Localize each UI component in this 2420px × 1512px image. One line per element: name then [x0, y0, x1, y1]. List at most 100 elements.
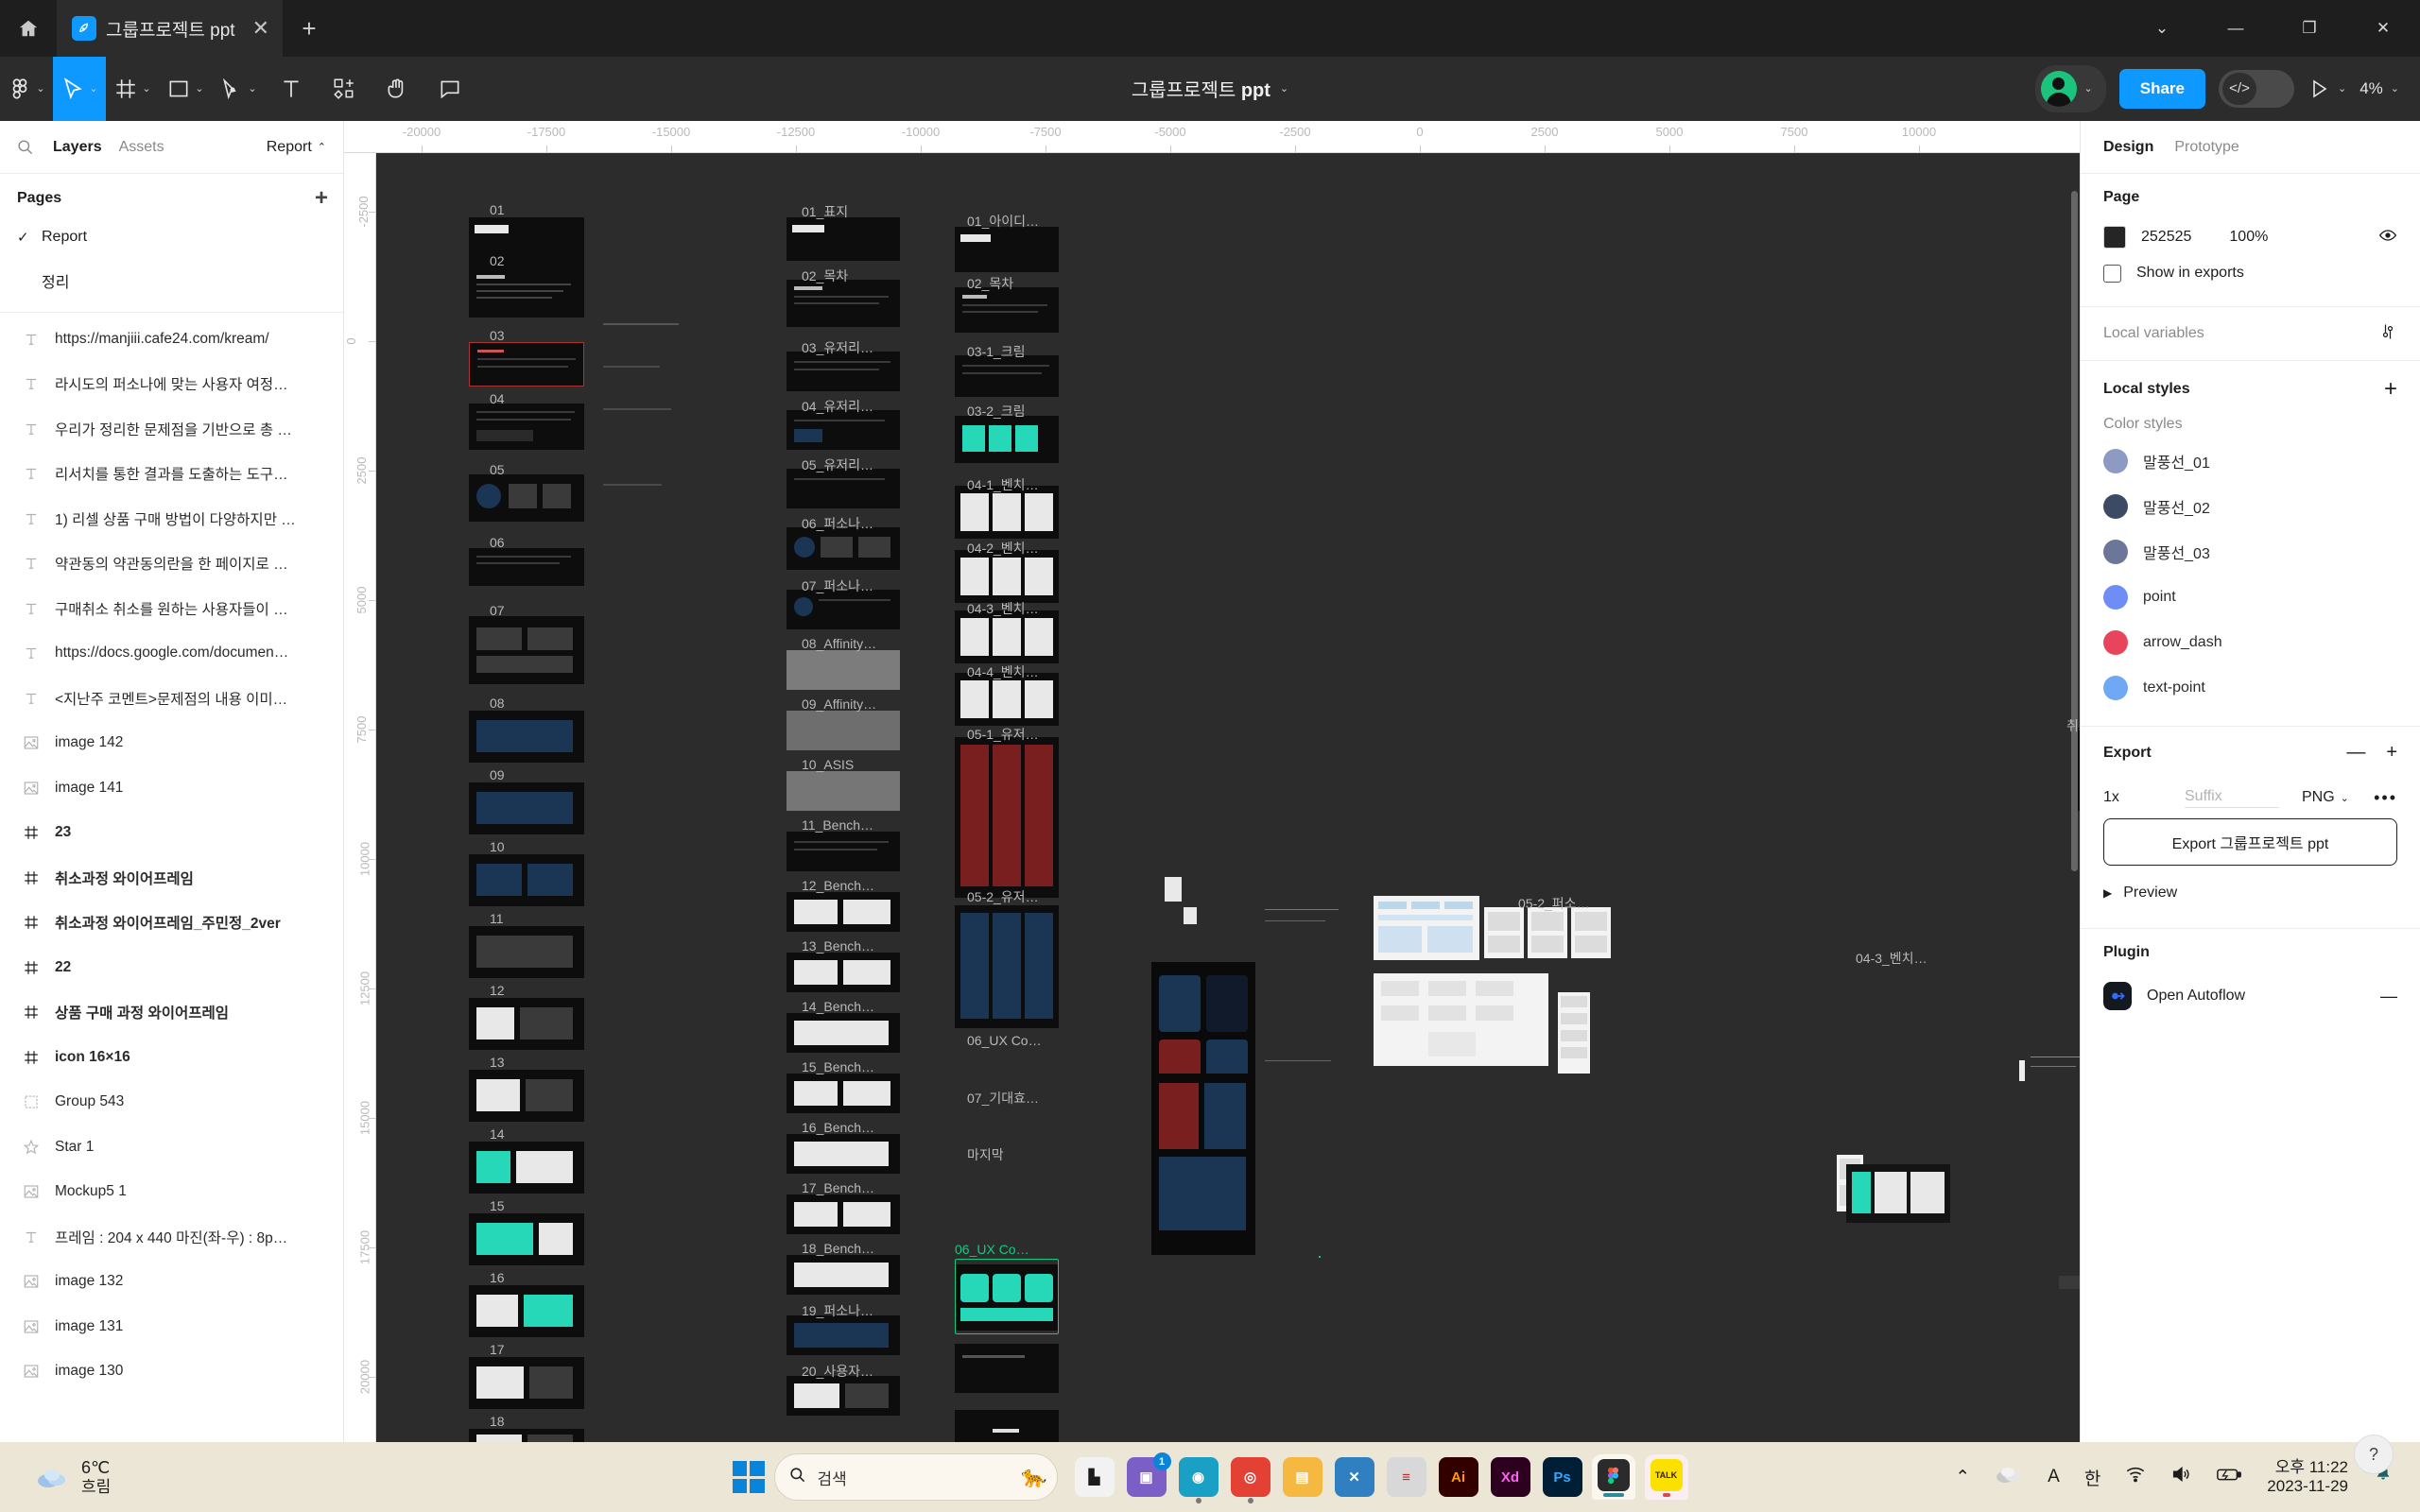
layer-row[interactable]: 취소과정 와이어프레임: [0, 855, 343, 901]
slide-thumb[interactable]: [955, 737, 1059, 898]
tab-layers[interactable]: Layers: [53, 139, 102, 156]
pen-tool-icon[interactable]: ⌄: [212, 57, 265, 121]
layer-row[interactable]: 리서치를 통한 결과를 도출하는 도구…: [0, 452, 343, 497]
canvas-vertical-scrollbar[interactable]: [2071, 191, 2078, 871]
frame-label[interactable]: 06_UX Co…: [967, 1033, 1042, 1048]
close-icon[interactable]: ✕: [252, 18, 269, 39]
frame-label[interactable]: 04-2_벤치…: [967, 539, 1039, 558]
frame-label[interactable]: 04-3_벤치…: [967, 599, 1039, 618]
layer-row[interactable]: 라시도의 퍼소나에 맞는 사용자 여정…: [0, 362, 343, 407]
add-export-button[interactable]: +: [2386, 742, 2397, 764]
layer-row[interactable]: image 130: [0, 1349, 343, 1395]
layer-row[interactable]: 우리가 정리한 문제점을 기반으로 총 …: [0, 406, 343, 452]
slide-thumb[interactable]: [469, 616, 584, 684]
chevron-down-icon[interactable]: ⌄: [2338, 82, 2346, 94]
frame-label[interactable]: 취소과정 와이…: [2066, 716, 2080, 735]
frame-label[interactable]: 01_아이디…: [967, 212, 1039, 231]
slide-thumb[interactable]: [955, 550, 1059, 603]
page-color-swatch[interactable]: [2103, 226, 2126, 249]
frame-label[interactable]: 04-1_벤치…: [967, 475, 1039, 494]
slide-thumb[interactable]: [469, 998, 584, 1050]
frame-label[interactable]: 04-4_벤치…: [967, 662, 1039, 681]
chevron-down-icon[interactable]: ⌄: [142, 82, 150, 94]
frame-label[interactable]: 13: [490, 1055, 505, 1070]
slide-thumb[interactable]: [786, 1074, 900, 1113]
variables-sliders-icon[interactable]: [2378, 322, 2397, 346]
new-tab-button[interactable]: +: [283, 0, 336, 57]
export-format-select[interactable]: PNG ⌄: [2302, 789, 2349, 806]
slide-thumb[interactable]: [469, 1070, 584, 1122]
frame-label[interactable]: 05-1_유저…: [967, 725, 1039, 744]
plugin-remove-button[interactable]: —: [2380, 987, 2397, 1006]
figma-app-icon[interactable]: [1591, 1454, 1635, 1500]
layer-row[interactable]: 구매취소 취소를 원하는 사용자들이 …: [0, 586, 343, 631]
selected-frame-label[interactable]: 06_UX Co…: [955, 1242, 1029, 1257]
layer-row[interactable]: 프레임 : 204 x 440 마진(좌-우) : 8p…: [0, 1214, 343, 1260]
layer-row[interactable]: Star 1: [0, 1125, 343, 1170]
frame-label[interactable]: 09_Affinity…: [802, 696, 876, 712]
frame-label[interactable]: 02_목차: [967, 274, 1013, 293]
export-button[interactable]: Export 그룹프로젝트 ppt: [2103, 818, 2397, 866]
page-color-hex[interactable]: 252525: [2141, 229, 2191, 246]
window-close-icon[interactable]: ✕: [2346, 0, 2420, 57]
user-avatar-menu[interactable]: ⌄: [2034, 64, 2106, 112]
slide-thumb[interactable]: [469, 1142, 584, 1194]
canvas-area[interactable]: -20000 -17500 -15000 -12500 -10000 -7500 -5000…: [344, 121, 2080, 1442]
frame-label[interactable]: 01_표지: [802, 202, 848, 221]
frame-label[interactable]: 03-2_크림: [967, 402, 1026, 421]
frame-label[interactable]: 03_유저리…: [802, 338, 873, 357]
frame-label[interactable]: 03-1_크림: [967, 342, 1026, 361]
frame-label[interactable]: 04: [490, 391, 505, 406]
frame-label[interactable]: 03: [490, 328, 505, 343]
tab-design[interactable]: Design: [2103, 139, 2153, 156]
export-more-options[interactable]: •••: [2374, 788, 2397, 808]
dev-mode-toggle[interactable]: </>: [2218, 69, 2294, 108]
slide-thumb[interactable]: [469, 1213, 584, 1265]
search-icon[interactable]: [13, 138, 36, 156]
frame-label[interactable]: 18: [490, 1414, 505, 1429]
frame-label[interactable]: 06: [490, 535, 505, 550]
hand-tool-icon[interactable]: [371, 57, 424, 121]
layer-row[interactable]: 약관동의 약관동의란을 한 페이지로 …: [0, 541, 343, 587]
frame-label[interactable]: 14: [490, 1126, 505, 1142]
illustrator-app-icon[interactable]: Ai: [1438, 1457, 1478, 1497]
frame-label[interactable]: 05-2_유저…: [967, 887, 1039, 906]
slide-thumb[interactable]: [786, 527, 900, 570]
layer-row[interactable]: 23: [0, 811, 343, 856]
chevron-down-icon[interactable]: ⌄: [2125, 0, 2199, 57]
xd-app-icon[interactable]: Xd: [1490, 1457, 1530, 1497]
shape-tool-icon[interactable]: ⌄: [159, 57, 212, 121]
slide-thumb[interactable]: [469, 926, 584, 978]
maximize-icon[interactable]: ❐: [2273, 0, 2346, 57]
layer-row[interactable]: https://manjiii.cafe24.com/kream/: [0, 317, 343, 362]
layer-row[interactable]: Mockup5 1: [0, 1170, 343, 1215]
teams-app-icon[interactable]: ▣ 1: [1126, 1452, 1171, 1497]
layer-row[interactable]: 상품 구매 과정 와이어프레임: [0, 990, 343, 1036]
chevron-down-icon[interactable]: ⌄: [2084, 82, 2093, 94]
color-style-row[interactable]: point: [2103, 575, 2397, 620]
document-tab[interactable]: 그룹프로젝트 ppt ✕: [57, 0, 284, 57]
slide-thumb[interactable]: [955, 1344, 1059, 1393]
frame-label[interactable]: 02_목차: [802, 266, 848, 285]
add-style-button[interactable]: +: [2384, 376, 2397, 403]
color-styles-list[interactable]: 말풍선_01 말풍선_02 말풍선_03 point arrow_dash text-po…: [2103, 437, 2397, 711]
frame-label[interactable]: 12_Bench…: [802, 878, 874, 893]
slide-thumb[interactable]: [469, 404, 584, 450]
canvas-viewport[interactable]: 01 02 03 04 05 06 07 08 09 10 11 12 13 14 15 16 17 18 01_표…: [376, 153, 2080, 1442]
frame-label[interactable]: 17_Bench…: [802, 1180, 874, 1195]
layer-row[interactable]: 1) 리셀 상품 구매 방법이 다양하지만 …: [0, 496, 343, 541]
slide-thumb[interactable]: [469, 342, 584, 387]
frame-label[interactable]: 13_Bench…: [802, 938, 874, 954]
text-tool-icon[interactable]: [265, 57, 318, 121]
frame-label[interactable]: 05_유저리…: [802, 455, 873, 474]
frame-tool-icon[interactable]: ⌄: [106, 57, 159, 121]
components-tool-icon[interactable]: [318, 57, 371, 121]
slide-thumb[interactable]: [786, 410, 900, 450]
frame-label[interactable]: 16_Bench…: [802, 1120, 874, 1135]
chevron-down-icon[interactable]: ⌄: [1280, 82, 1288, 94]
slide-thumb[interactable]: [786, 1194, 900, 1234]
page-item-jeongri[interactable]: 정리: [0, 259, 343, 302]
slide-thumb[interactable]: [786, 1013, 900, 1053]
export-scale[interactable]: 1x: [2103, 789, 2185, 806]
taskbar-app-list[interactable]: ▙ ▣ 1 ◉ ◎ ▤ ✕ ≡ Ai Xd Ps: [1074, 1452, 1582, 1503]
